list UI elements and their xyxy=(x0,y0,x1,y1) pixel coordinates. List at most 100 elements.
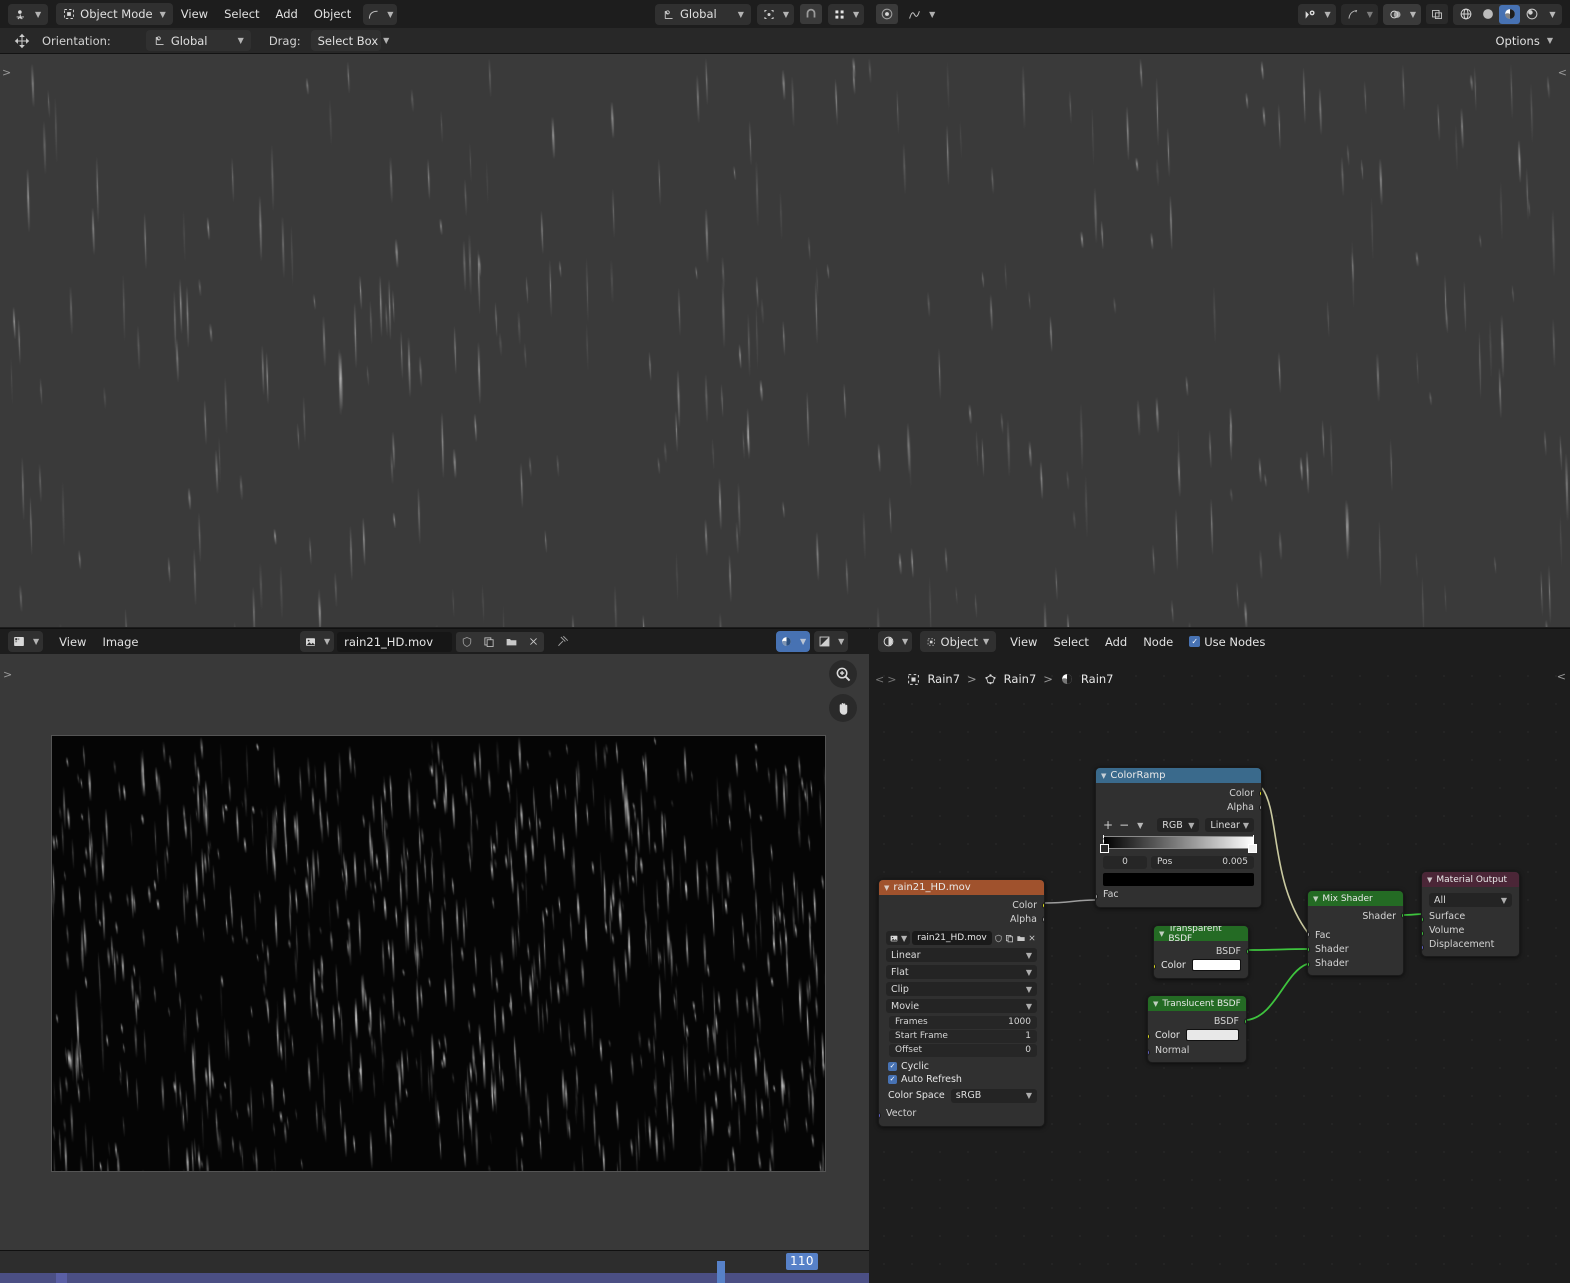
timeline-keyframe-marker[interactable] xyxy=(56,1273,67,1283)
viewport-left-handle[interactable]: > xyxy=(2,66,11,79)
shader-menu-view[interactable]: View xyxy=(1002,631,1045,652)
socket-colorramp-alpha-out[interactable] xyxy=(1259,804,1261,811)
colorramp-color-swatch[interactable] xyxy=(1103,872,1254,886)
breadcrumb-item-material[interactable]: Rain7 xyxy=(1081,672,1114,686)
chevron-down-icon[interactable]: ▼ xyxy=(1101,772,1106,780)
node-colorramp-output-color[interactable]: Color xyxy=(1096,786,1261,800)
close-icon[interactable] xyxy=(522,632,544,652)
image-name-field[interactable]: rain21_HD.mov xyxy=(337,631,453,652)
shield-icon[interactable] xyxy=(994,931,1003,945)
folder-icon[interactable] xyxy=(500,632,522,652)
colorramp-index-field[interactable]: 0 xyxy=(1103,856,1147,869)
snap-magnet-toggle[interactable] xyxy=(800,4,822,24)
node-image-name-field[interactable]: rain21_HD.mov xyxy=(912,931,992,945)
node-mix-shader-header[interactable]: ▼ Mix Shader xyxy=(1308,891,1403,906)
node-image-interpolation-dropdown[interactable]: Linear ▼ xyxy=(886,948,1037,962)
chevron-down-icon[interactable]: ▼ xyxy=(884,884,889,892)
image-menu-view[interactable]: View xyxy=(51,631,94,652)
image-editor-left-handle[interactable]: > xyxy=(3,668,12,681)
node-mix-shader-input-fac[interactable]: Fac xyxy=(1308,928,1403,942)
image-editor-type-selector[interactable]: ▼ xyxy=(8,631,44,652)
node-editor-right-handle[interactable]: < xyxy=(1557,670,1566,683)
folder-icon[interactable] xyxy=(1016,931,1026,945)
chevron-down-icon[interactable]: ▼ xyxy=(1313,895,1318,903)
breadcrumb-back-icon[interactable]: < xyxy=(875,673,884,686)
node-transparent-bsdf-header[interactable]: ▼ Transparent BSDF xyxy=(1154,926,1248,944)
node-transparent-output-bsdf[interactable]: BSDF xyxy=(1154,944,1248,958)
node-translucent-color-swatch[interactable] xyxy=(1185,1029,1239,1041)
node-image-cyclic-checkbox[interactable]: ✓ Cyclic xyxy=(879,1057,1044,1072)
node-image-extension-dropdown[interactable]: Clip ▼ xyxy=(886,982,1037,996)
shader-type-selector[interactable]: Object ▼ xyxy=(920,631,997,652)
colorramp-tools-dropdown[interactable]: ▼ xyxy=(1137,821,1143,830)
colorramp-interpolation-dropdown[interactable]: Linear ▼ xyxy=(1205,818,1254,832)
node-material-output-displacement[interactable]: Displacement xyxy=(1422,937,1519,951)
shading-rendered-button[interactable] xyxy=(1521,5,1542,24)
node-material-output[interactable]: ▼ Material Output All ▼ Surface Volume Di… xyxy=(1421,871,1520,957)
timeline-playhead[interactable] xyxy=(717,1261,725,1283)
use-nodes-toggle[interactable]: ✓ Use Nodes xyxy=(1189,635,1265,649)
proportional-falloff-dropdown[interactable]: ▼ xyxy=(904,4,938,25)
mode-selector[interactable]: Object Mode ▼ xyxy=(56,3,173,25)
orientation-dropdown[interactable]: Global ▼ xyxy=(145,30,251,51)
gizmo-dropdown[interactable]: ▼ xyxy=(1340,3,1378,25)
image-display-channels-dropdown[interactable]: ▼ xyxy=(776,631,811,652)
node-colorramp-header[interactable]: ▼ ColorRamp xyxy=(1096,768,1261,783)
node-translucent-input-normal[interactable]: Normal xyxy=(1148,1043,1246,1057)
breadcrumb-item-mesh[interactable]: Rain7 xyxy=(1004,672,1037,686)
image-browse-dropdown[interactable]: ▼ xyxy=(300,631,335,652)
options-dropdown[interactable]: Options ▼ xyxy=(1488,30,1560,51)
socket-colorramp-color-out[interactable] xyxy=(1259,790,1261,797)
node-mix-shader[interactable]: ▼ Mix Shader Shader Fac Shader Shader xyxy=(1307,890,1404,976)
colorramp-add-stop-button[interactable]: + xyxy=(1103,818,1113,832)
zoom-in-button[interactable] xyxy=(829,660,857,688)
transform-orientation-selector[interactable]: Global ▼ xyxy=(655,3,751,25)
socket-mix-shader-out[interactable] xyxy=(1401,912,1403,919)
socket-image-alpha-out[interactable] xyxy=(1042,916,1044,923)
pivot-point-selector[interactable]: ▼ xyxy=(756,3,794,25)
breadcrumb-forward-icon[interactable]: > xyxy=(887,673,896,686)
menu-select[interactable]: Select xyxy=(216,4,267,25)
node-image-offset-field[interactable]: Offset 0 xyxy=(889,1044,1037,1057)
chevron-down-icon[interactable]: ▼ xyxy=(1153,1000,1158,1008)
node-image-auto-refresh-checkbox[interactable]: ✓ Auto Refresh xyxy=(879,1072,1044,1085)
socket-image-color-out[interactable] xyxy=(1042,902,1044,909)
node-material-output-target-dropdown[interactable]: All ▼ xyxy=(1429,893,1512,907)
shader-menu-select[interactable]: Select xyxy=(1045,631,1096,652)
node-colorramp-output-alpha[interactable]: Alpha xyxy=(1096,800,1261,814)
node-image-texture-header[interactable]: ▼ rain21_HD.mov xyxy=(879,880,1044,895)
shading-solid-button[interactable] xyxy=(1477,5,1498,24)
pin-icon[interactable] xyxy=(551,632,573,652)
image-menu-image[interactable]: Image xyxy=(94,631,146,652)
menu-view[interactable]: View xyxy=(173,4,216,25)
node-image-browse-dropdown[interactable]: ▼ xyxy=(886,931,911,945)
breadcrumb-item-object[interactable]: Rain7 xyxy=(927,672,960,686)
overlays-dropdown[interactable]: ▼ xyxy=(1382,3,1421,25)
chevron-down-icon[interactable]: ▼ xyxy=(1427,876,1432,884)
duplicate-icon[interactable] xyxy=(478,632,500,652)
shader-node-editor[interactable]: < > Rain7 > Rain7 > Rain7 < ▼ ColorRamp … xyxy=(870,662,1570,1283)
shader-editor-type-selector[interactable]: ▼ xyxy=(878,631,913,652)
pan-button[interactable] xyxy=(829,694,857,722)
node-translucent-bsdf[interactable]: ▼ Translucent BSDF BSDF Color Normal xyxy=(1147,995,1247,1063)
node-colorramp-input-fac[interactable]: Fac xyxy=(1096,888,1261,902)
node-translucent-bsdf-header[interactable]: ▼ Translucent BSDF xyxy=(1148,996,1246,1011)
current-frame-indicator[interactable]: 110 xyxy=(786,1253,818,1270)
colorramp-color-mode-dropdown[interactable]: RGB ▼ xyxy=(1157,818,1200,832)
menu-object[interactable]: Object xyxy=(306,4,359,25)
object-mode-extra-dropdown[interactable]: ▼ xyxy=(363,3,398,25)
node-material-output-header[interactable]: ▼ Material Output xyxy=(1422,872,1519,887)
shading-options-dropdown[interactable]: ▼ xyxy=(1543,5,1560,24)
node-transparent-color-swatch[interactable] xyxy=(1191,959,1241,971)
shader-menu-node[interactable]: Node xyxy=(1135,631,1181,652)
node-image-texture[interactable]: ▼ rain21_HD.mov Color Alpha ▼ rain21_HD.… xyxy=(878,879,1045,1127)
shield-icon[interactable] xyxy=(456,632,478,652)
colorramp-pos-field[interactable]: Pos 0.005 xyxy=(1151,856,1254,869)
node-image-source-dropdown[interactable]: Movie ▼ xyxy=(886,999,1037,1013)
duplicate-icon[interactable] xyxy=(1005,931,1014,945)
node-image-output-color[interactable]: Color xyxy=(879,898,1044,912)
node-transparent-bsdf[interactable]: ▼ Transparent BSDF BSDF Color xyxy=(1153,925,1249,979)
node-material-output-surface[interactable]: Surface xyxy=(1422,909,1519,923)
timeline-range-bar[interactable] xyxy=(0,1273,869,1283)
shading-material-preview-button[interactable] xyxy=(1499,4,1520,24)
